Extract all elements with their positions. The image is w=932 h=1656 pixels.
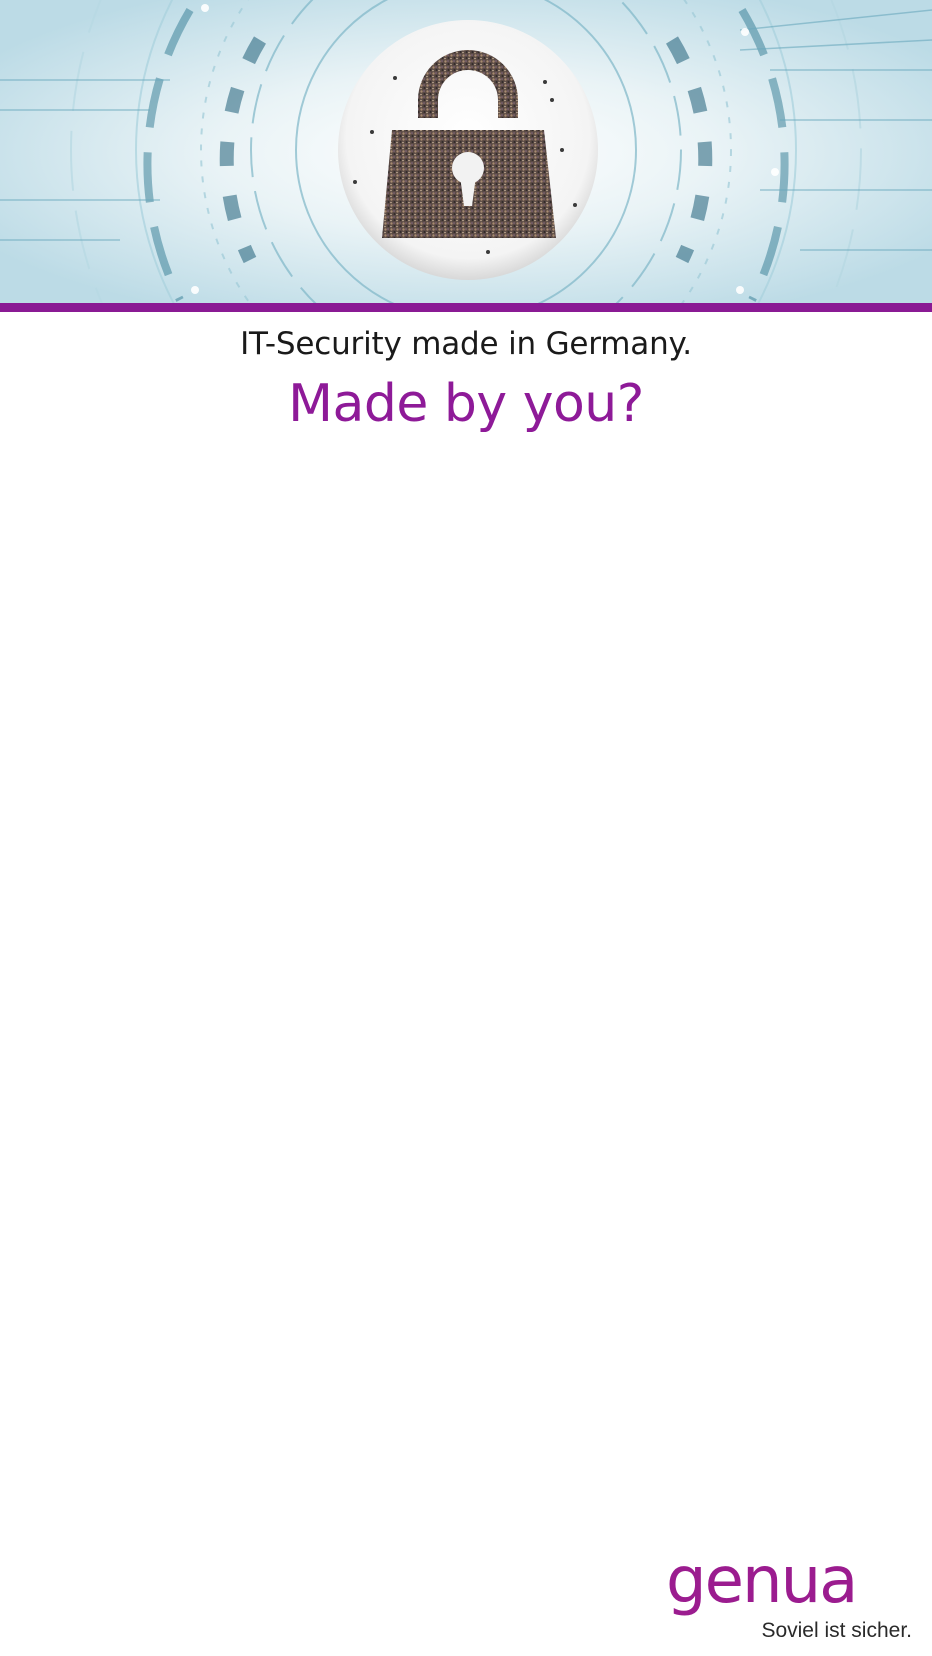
brand-tagline: Soviel ist sicher. [761, 1619, 912, 1642]
brand-logo: genua Soviel ist sicher. [660, 1549, 922, 1650]
hero-banner [0, 0, 932, 305]
page-subheadline: Made by you? [288, 374, 644, 434]
accent-bar [0, 303, 932, 312]
hero-image [0, 0, 932, 305]
page-headline: IT-Security made in Germany. [240, 326, 692, 362]
brand-wordmark: genua [666, 1544, 858, 1618]
